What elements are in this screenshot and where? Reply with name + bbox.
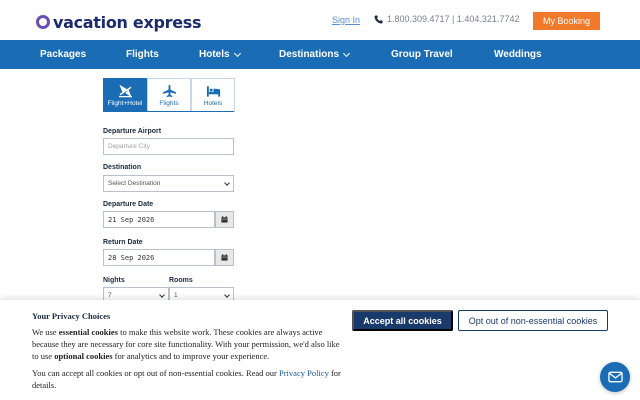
- cookie-text: We use: [32, 327, 59, 337]
- top-header: vacation express Sign In 1.800.309.4717 …: [0, 0, 640, 40]
- nav-label: Packages: [40, 49, 87, 60]
- tab-label: Flight+Hotel: [107, 99, 143, 107]
- cookie-bold-text: essential cookies: [58, 327, 118, 337]
- privacy-policy-link[interactable]: Privacy Policy: [279, 368, 329, 378]
- cookie-bold-text: optional cookies: [54, 351, 113, 361]
- departure-calendar-button[interactable]: [215, 211, 234, 228]
- tabs-underline: [103, 111, 234, 112]
- nav-item-destinations[interactable]: Destinations: [279, 40, 351, 69]
- my-booking-button[interactable]: My Booking: [533, 12, 600, 30]
- nights-label: Nights: [103, 277, 125, 284]
- return-date-input[interactable]: 28 Sep 2026: [103, 249, 215, 266]
- main-nav: Packages Flights Hotels Destinations Gro…: [0, 40, 640, 69]
- destination-select[interactable]: Select Destination: [103, 175, 234, 192]
- destination-label: Destination: [103, 164, 142, 171]
- cookie-title: Your Privacy Choices: [32, 311, 111, 321]
- nav-label: Hotels: [199, 49, 230, 60]
- departure-date-input[interactable]: 21 Sep 2026: [103, 211, 215, 228]
- nav-label: Group Travel: [391, 49, 453, 60]
- tab-label: Flights: [159, 99, 179, 107]
- calendar-icon: [221, 216, 228, 223]
- cookie-text: for analytics and to improve your experi…: [112, 351, 270, 361]
- nav-label: Weddings: [494, 49, 542, 60]
- chat-button[interactable]: [600, 362, 630, 392]
- nav-item-packages[interactable]: Packages: [40, 40, 86, 69]
- nav-item-weddings[interactable]: Weddings: [494, 40, 542, 69]
- accept-all-cookies-button[interactable]: Accept all cookies: [352, 310, 453, 331]
- tab-flights[interactable]: Flights: [147, 78, 191, 112]
- departure-airport-label: Departure Airport: [103, 128, 162, 135]
- logo[interactable]: vacation express: [36, 12, 202, 32]
- calendar-icon: [221, 254, 228, 261]
- departure-date-label: Departure Date: [103, 201, 154, 208]
- return-calendar-button[interactable]: [215, 249, 234, 266]
- bed-icon: [206, 85, 220, 97]
- opt-out-cookies-button[interactable]: Opt out of non-essential cookies: [458, 310, 608, 331]
- search-tabs: Flight+Hotel Flights Hotels: [103, 78, 235, 112]
- sign-in-link[interactable]: Sign In: [332, 15, 360, 25]
- phone-numbers[interactable]: 1.800.309.4717 | 1.404.321.7742: [374, 14, 519, 24]
- chevron-down-icon: [224, 292, 230, 298]
- chevron-down-icon: [233, 49, 241, 57]
- cookie-options-text: You can accept all cookies or opt out of…: [32, 367, 342, 391]
- nav-item-hotels[interactable]: Hotels: [199, 40, 241, 69]
- nights-value: 7: [108, 292, 112, 299]
- destination-value: Select Destination: [108, 180, 161, 187]
- cookie-text: You can accept all cookies or opt out of…: [32, 368, 279, 378]
- logo-ring-icon: [36, 15, 50, 29]
- return-date-label: Return Date: [103, 239, 143, 246]
- chat-icon: [607, 371, 623, 383]
- nav-label: Destinations: [279, 49, 340, 60]
- phone-icon: [374, 14, 383, 23]
- nav-item-group-travel[interactable]: Group Travel: [391, 40, 453, 69]
- rooms-label: Rooms: [169, 277, 193, 284]
- flight-hotel-icon: [118, 84, 132, 98]
- plane-icon: [162, 84, 176, 97]
- cookie-banner: Your Privacy Choices We use essential co…: [0, 300, 640, 400]
- chevron-down-icon: [159, 292, 165, 298]
- nav-item-flights[interactable]: Flights: [126, 40, 159, 69]
- tab-hotels[interactable]: Hotels: [191, 78, 235, 112]
- rooms-value: 1: [174, 292, 178, 299]
- departure-airport-input[interactable]: Departure City: [103, 138, 234, 155]
- phone-text: 1.800.309.4717 | 1.404.321.7742: [387, 14, 520, 24]
- nav-label: Flights: [126, 49, 159, 60]
- chevron-down-icon: [342, 49, 351, 57]
- cookie-description: We use essential cookies to make this we…: [32, 326, 342, 362]
- tab-label: Hotels: [203, 99, 223, 107]
- logo-text: vacation express: [53, 12, 202, 32]
- tab-flight-hotel[interactable]: Flight+Hotel: [103, 78, 147, 112]
- chevron-down-icon: [224, 180, 230, 186]
